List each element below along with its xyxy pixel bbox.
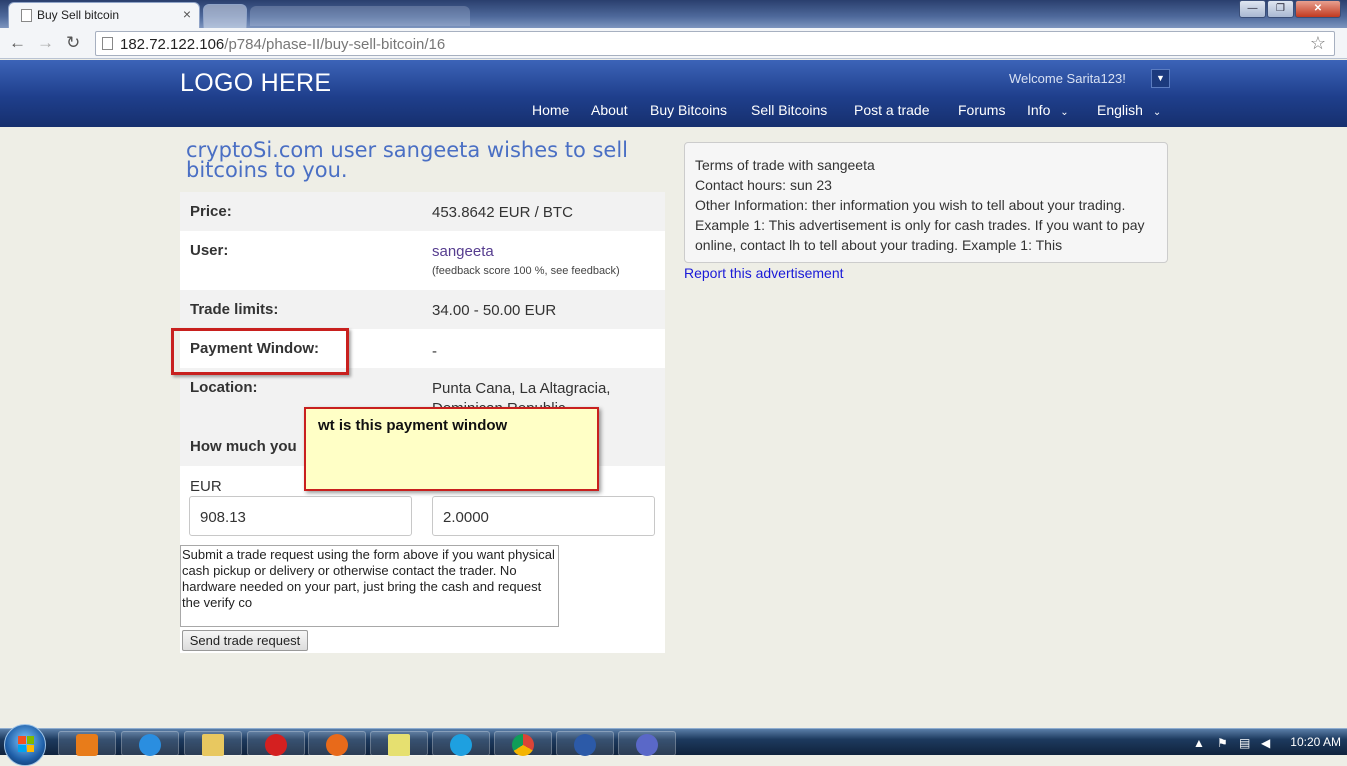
chrome-icon: [512, 734, 534, 756]
feedback-score[interactable]: (feedback score 100 %, see feedback): [432, 265, 620, 277]
nav-language[interactable]: English ⌄: [1097, 102, 1161, 118]
volume-icon[interactable]: ◀: [1261, 736, 1270, 750]
nav-post-trade[interactable]: Post a trade: [854, 102, 930, 118]
url-path: /p784/phase-II/buy-sell-bitcoin/16: [224, 36, 446, 53]
terms-example-line1: Example 1: This advertisement is only fo…: [695, 217, 1145, 233]
user-label: User:: [190, 242, 229, 259]
opera-icon: [265, 734, 287, 756]
url-host: 182.72.122.106: [120, 36, 225, 53]
highlight-box: [171, 328, 349, 375]
windows-taskbar: ▲ ⚑ ▤ ◀ 10:20 AM: [0, 724, 1347, 766]
taskbar-media-player[interactable]: [58, 731, 116, 756]
payment-window-value: -: [432, 343, 437, 360]
minimize-button[interactable]: —: [1239, 0, 1266, 18]
nav-about[interactable]: About: [591, 102, 628, 118]
user-row: User: sangeeta (feedback score 100 %, se…: [180, 231, 665, 290]
page-icon: [21, 9, 32, 22]
nav-info[interactable]: Info ⌄: [1027, 102, 1069, 118]
taskbar-file-explorer[interactable]: [184, 731, 242, 756]
taskbar-opera[interactable]: [247, 731, 305, 756]
taskbar-app[interactable]: [618, 731, 676, 756]
nav-info-label: Info: [1027, 102, 1051, 118]
taskbar-sticky-notes[interactable]: [370, 731, 428, 756]
bookmark-star-icon[interactable]: ☆: [1310, 33, 1326, 54]
network-icon[interactable]: ▤: [1239, 736, 1250, 750]
nav-language-label: English: [1097, 102, 1143, 118]
nav-forums[interactable]: Forums: [958, 102, 1005, 118]
media-player-icon: [76, 734, 98, 756]
taskbar-chrome[interactable]: [494, 731, 552, 756]
trade-limits-value: 34.00 - 50.00 EUR: [432, 302, 557, 319]
price-label: Price:: [190, 203, 232, 220]
taskbar-clock[interactable]: 10:20 AM: [1290, 735, 1341, 749]
tab-title: Buy Sell bitcoin: [37, 8, 120, 22]
site-header: LOGO HERE Welcome Sarita123! ▼ Home Abou…: [0, 60, 1347, 127]
close-tab-icon[interactable]: ×: [183, 6, 191, 22]
send-trade-request-button[interactable]: Send trade request: [182, 630, 308, 651]
browser-toolbar: ← → ↻ 182.72.122.106/p784/phase-II/buy-s…: [0, 28, 1347, 59]
reload-icon[interactable]: ↻: [66, 33, 80, 53]
url-text: 182.72.122.106/p784/phase-II/buy-sell-bi…: [120, 36, 445, 53]
browser-tabbar: Buy Sell bitcoin × — ❐ ✕: [0, 0, 1347, 28]
trade-limits-row: Trade limits: 34.00 - 50.00 EUR: [180, 290, 665, 329]
user-link[interactable]: sangeeta: [432, 243, 494, 260]
browser-tab[interactable]: Buy Sell bitcoin ×: [8, 2, 200, 28]
location-label: Location:: [190, 379, 258, 396]
taskbar-internet-explorer[interactable]: [121, 731, 179, 756]
site-logo[interactable]: LOGO HERE: [180, 69, 331, 98]
eur-label: EUR: [190, 478, 222, 495]
chevron-down-icon: ⌄: [1060, 107, 1069, 118]
taskbar-firefox[interactable]: [308, 731, 366, 756]
btc-amount-input[interactable]: 2.0000: [432, 496, 655, 536]
taskbar-skype[interactable]: [432, 731, 490, 756]
nav-buy-bitcoins[interactable]: Buy Bitcoins: [650, 102, 727, 118]
windows-logo-icon: [18, 736, 34, 752]
price-value: 453.8642 EUR / BTC: [432, 204, 573, 221]
location-value-line1: Punta Cana, La Altagracia,: [432, 380, 611, 397]
terms-example-line2: online, contact lh to tell about your tr…: [695, 237, 1063, 253]
taskbar-thunderbird[interactable]: [556, 731, 614, 756]
back-icon[interactable]: ←: [9, 33, 26, 53]
terms-of-trade-box: Terms of trade with sangeeta Contact hou…: [684, 142, 1168, 263]
page-title: cryptoSi.com user sangeeta wishes to sel…: [186, 138, 629, 182]
system-tray: ▲ ⚑ ▤ ◀ 10:20 AM: [1177, 729, 1347, 756]
chevron-down-icon: ⌄: [1152, 107, 1162, 118]
restore-button[interactable]: ❐: [1267, 0, 1294, 18]
user-menu-chevron-icon[interactable]: ▼: [1151, 69, 1170, 88]
show-hidden-icons-icon[interactable]: ▲: [1193, 736, 1205, 750]
action-center-icon[interactable]: ⚑: [1217, 736, 1228, 750]
message-textarea[interactable]: Submit a trade request using the form ab…: [180, 545, 559, 627]
trade-limits-label: Trade limits:: [190, 301, 279, 318]
start-button[interactable]: [4, 724, 46, 766]
report-advertisement-link[interactable]: Report this advertisement: [684, 265, 844, 281]
price-row: Price: 453.8642 EUR / BTC: [180, 192, 665, 231]
annotation-note: wt is this payment window: [304, 407, 599, 491]
terms-title: Terms of trade with sangeeta: [695, 157, 875, 173]
firefox-icon: [326, 734, 348, 756]
thunderbird-icon: [574, 734, 596, 756]
window-controls: — ❐ ✕: [1238, 0, 1341, 18]
welcome-text: Welcome Sarita123!: [1009, 71, 1126, 86]
close-window-button[interactable]: ✕: [1295, 0, 1341, 18]
background-tab[interactable]: [250, 6, 470, 26]
how-much-label: How much you: [190, 438, 297, 455]
app-icon: [636, 734, 658, 756]
folder-icon: [202, 734, 224, 756]
annotation-text: wt is this payment window: [318, 417, 508, 434]
eur-amount-input[interactable]: 908.13: [189, 496, 412, 536]
nav-home[interactable]: Home: [532, 102, 569, 118]
skype-icon: [450, 734, 472, 756]
sticky-notes-icon: [388, 734, 410, 756]
nav-sell-bitcoins[interactable]: Sell Bitcoins: [751, 102, 827, 118]
terms-contact-hours: Contact hours: sun 23: [695, 177, 832, 193]
internet-explorer-icon: [139, 734, 161, 756]
new-tab-button[interactable]: [203, 4, 247, 28]
address-bar[interactable]: 182.72.122.106/p784/phase-II/buy-sell-bi…: [95, 31, 1335, 56]
page-icon: [102, 37, 113, 50]
forward-icon[interactable]: →: [37, 33, 54, 53]
terms-other-info: Other Information: ther information you …: [695, 197, 1126, 213]
